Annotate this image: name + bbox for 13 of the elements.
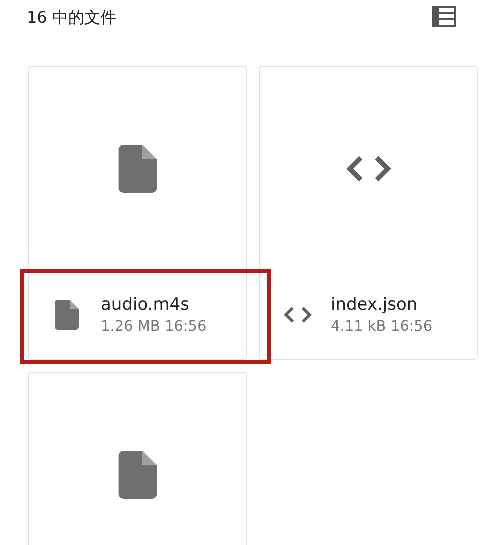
file-details: 4.11 kB 16:56 (331, 319, 433, 335)
code-icon (344, 154, 392, 184)
folder-title: 16 中的文件 (27, 7, 116, 29)
file-name: index.json (331, 295, 419, 315)
file-card[interactable]: index.json 4.11 kB 16:56 (259, 66, 478, 360)
file-details: 1.26 MB 16:56 (101, 319, 207, 335)
file-icon (118, 451, 158, 499)
file-icon (118, 145, 158, 193)
file-icon (55, 300, 79, 330)
file-card[interactable]: audio.m4s 1.26 MB 16:56 (28, 66, 247, 360)
code-icon (283, 305, 313, 325)
list-view-button[interactable] (432, 6, 456, 30)
file-name: audio.m4s (101, 295, 190, 315)
